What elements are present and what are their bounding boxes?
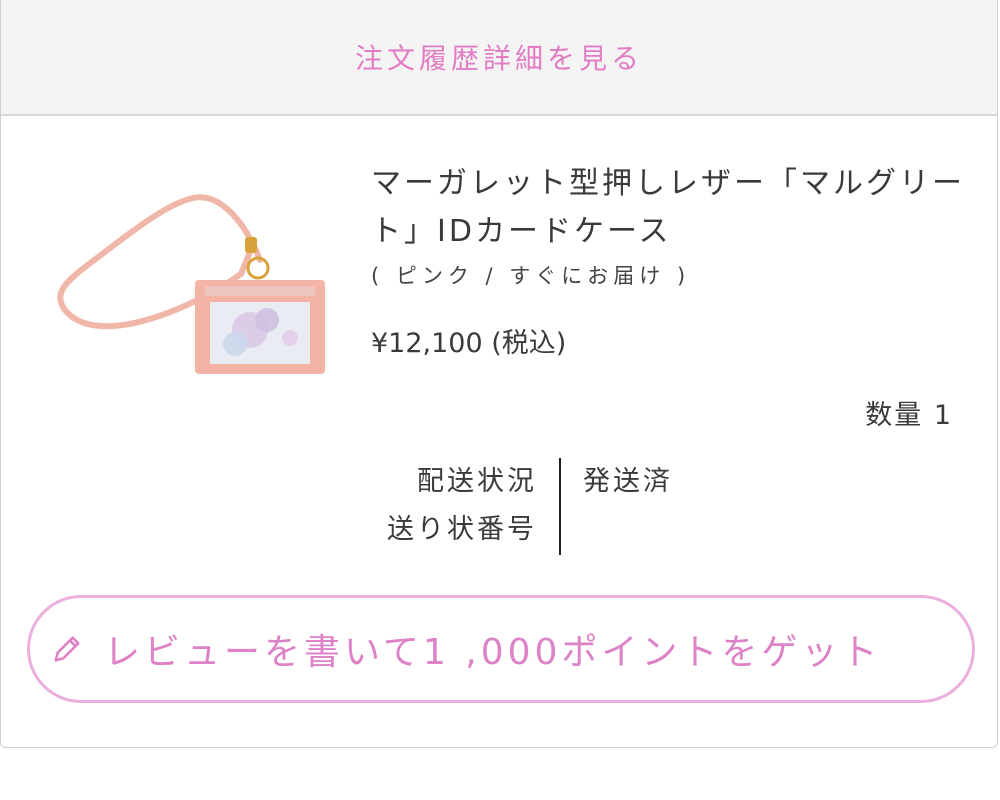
view-order-detail-label: 注文履歴詳細を見る bbox=[354, 42, 643, 75]
product-quantity: 数量 1 bbox=[865, 400, 953, 431]
write-review-label: レビューを書いて1 ,000ポイントをゲット bbox=[104, 632, 882, 673]
shipping-labels: 配送状況 送り状番号 bbox=[367, 458, 537, 554]
shipping-divider bbox=[559, 458, 561, 555]
product-price: ¥12,100 (税込) bbox=[371, 328, 567, 359]
shipping-status-label: 配送状況 bbox=[417, 466, 537, 497]
view-order-detail-link[interactable]: 注文履歴詳細を見る bbox=[1, 0, 997, 116]
product-variant: ( ピンク / すぐにお届け ) bbox=[371, 264, 691, 288]
order-item-card: 注文履歴詳細を見る マーガレット型押しレザー「マルグリート」IDカードケース (… bbox=[0, 0, 998, 748]
shipping-values: 発送済 bbox=[583, 458, 673, 506]
product-title[interactable]: マーガレット型押しレザー「マルグリート」IDカードケース bbox=[371, 160, 971, 256]
pencil-icon bbox=[54, 636, 80, 662]
product-image[interactable] bbox=[45, 182, 335, 382]
write-review-button[interactable]: レビューを書いて1 ,000ポイントをゲット bbox=[27, 595, 975, 703]
shipping-status-value: 発送済 bbox=[583, 466, 673, 497]
tracking-number-label: 送り状番号 bbox=[387, 514, 537, 545]
